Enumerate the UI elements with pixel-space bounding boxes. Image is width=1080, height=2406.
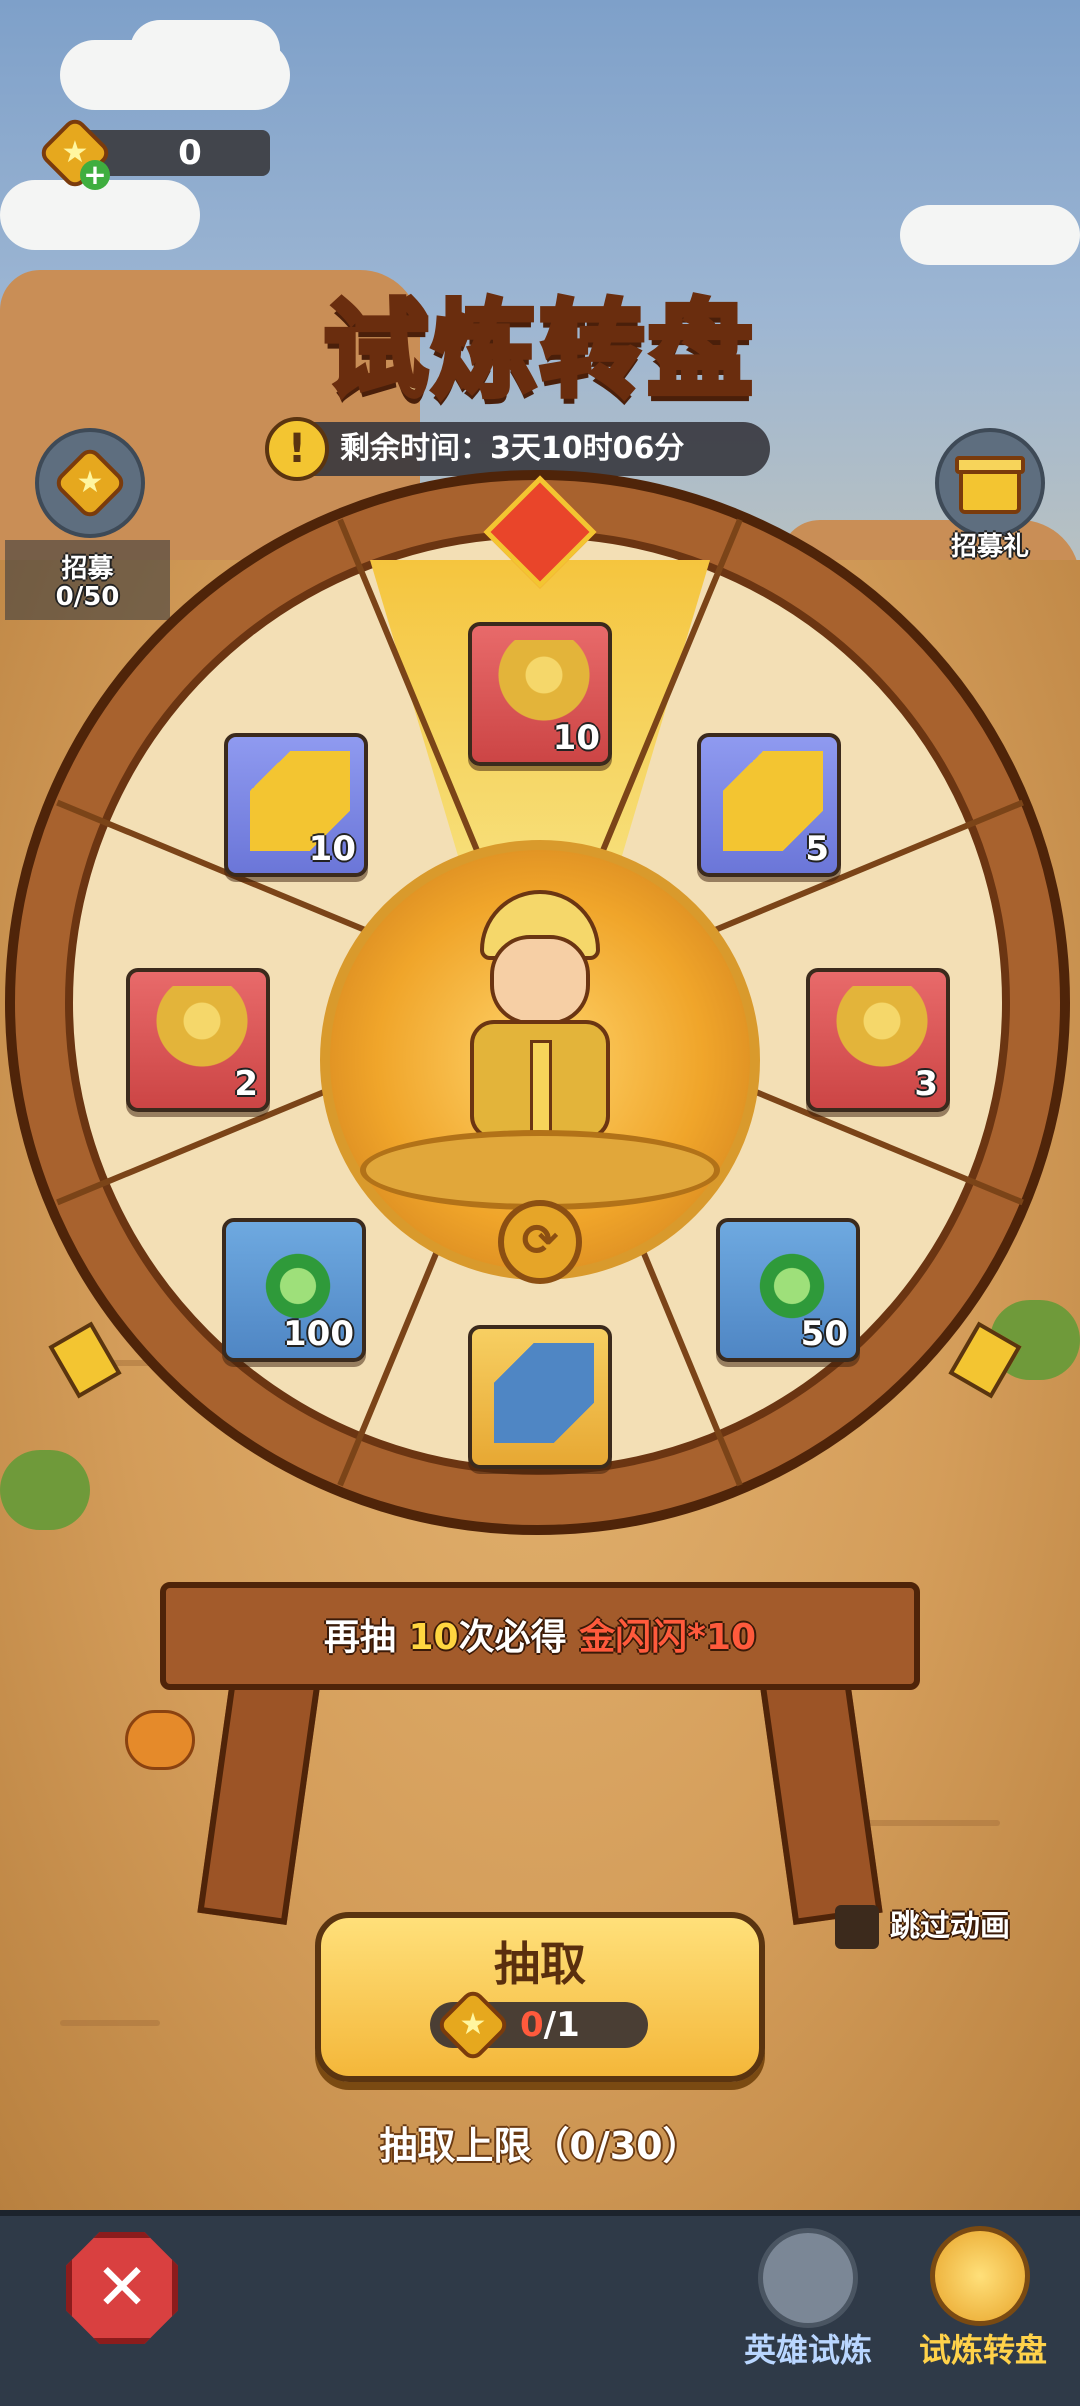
- star-gem-icon: ★: [434, 1986, 512, 2064]
- refresh-icon[interactable]: ⟳: [498, 1200, 582, 1284]
- gift-label: 招募礼: [950, 532, 1029, 562]
- recruit-progress: 0/50: [55, 582, 120, 612]
- wheel-item-hero-shard: 3: [806, 968, 950, 1112]
- tab-hero-trial[interactable]: 英雄试炼: [713, 2325, 903, 2371]
- cloud: [900, 205, 1080, 265]
- draw-button-label: 抽取: [494, 1937, 586, 1991]
- wheel-item-gold-ticket: [468, 1325, 612, 1469]
- wheel-item-hero-shard: 10: [468, 622, 612, 766]
- gift-button[interactable]: [935, 428, 1045, 538]
- golden-wheel-icon[interactable]: [930, 2226, 1030, 2326]
- item-count: 5: [805, 829, 829, 869]
- wheel-item-ticket: 10: [224, 733, 368, 877]
- draw-cost: 0/1: [520, 2005, 580, 2045]
- pumpkin: [125, 1710, 195, 1770]
- recruit-label: 招募: [61, 554, 114, 584]
- tab-trial-wheel[interactable]: 试炼转盘: [888, 2325, 1078, 2371]
- recruit-button[interactable]: ★: [35, 428, 145, 538]
- close-icon: ✕: [95, 2251, 149, 2325]
- hero-golden-knight: [425, 890, 655, 1170]
- item-count: 3: [914, 1064, 938, 1104]
- ground-crack: [860, 1820, 1000, 1826]
- bush: [0, 1450, 90, 1530]
- star-gem-plus-icon[interactable]: ★ +: [36, 114, 114, 192]
- wheel-item-ticket: 5: [697, 733, 841, 877]
- cloud: [130, 20, 280, 80]
- gold-ticket-icon: [494, 1343, 594, 1443]
- hero-pedestal: [360, 1130, 720, 1210]
- item-count: 50: [800, 1314, 848, 1354]
- wheel-item-hero-shard: 2: [126, 968, 270, 1112]
- skip-animation-checkbox[interactable]: [835, 1905, 879, 1949]
- item-count: 10: [308, 829, 356, 869]
- timer-text: 剩余时间：3天10时06分: [340, 431, 685, 466]
- anvil-icon[interactable]: [758, 2228, 858, 2328]
- pity-text: 再抽 10次必得 金闪闪*10: [323, 1617, 757, 1658]
- item-count: 10: [552, 718, 600, 758]
- item-count: 2: [234, 1064, 258, 1104]
- exclamation-icon: !: [265, 417, 329, 481]
- page-title: 试炼转盘: [321, 286, 756, 414]
- skip-animation-label[interactable]: 跳过动画: [890, 1905, 1040, 1949]
- currency-value: 0: [178, 133, 202, 173]
- gift-icon: [959, 468, 1021, 514]
- wheel-item-green-orb: 100: [222, 1218, 366, 1362]
- item-count: 100: [283, 1314, 354, 1354]
- wheel-item-green-orb: 50: [716, 1218, 860, 1362]
- draw-limit-text: 抽取上限（0/30）: [379, 2124, 701, 2168]
- ground-crack: [60, 2020, 160, 2026]
